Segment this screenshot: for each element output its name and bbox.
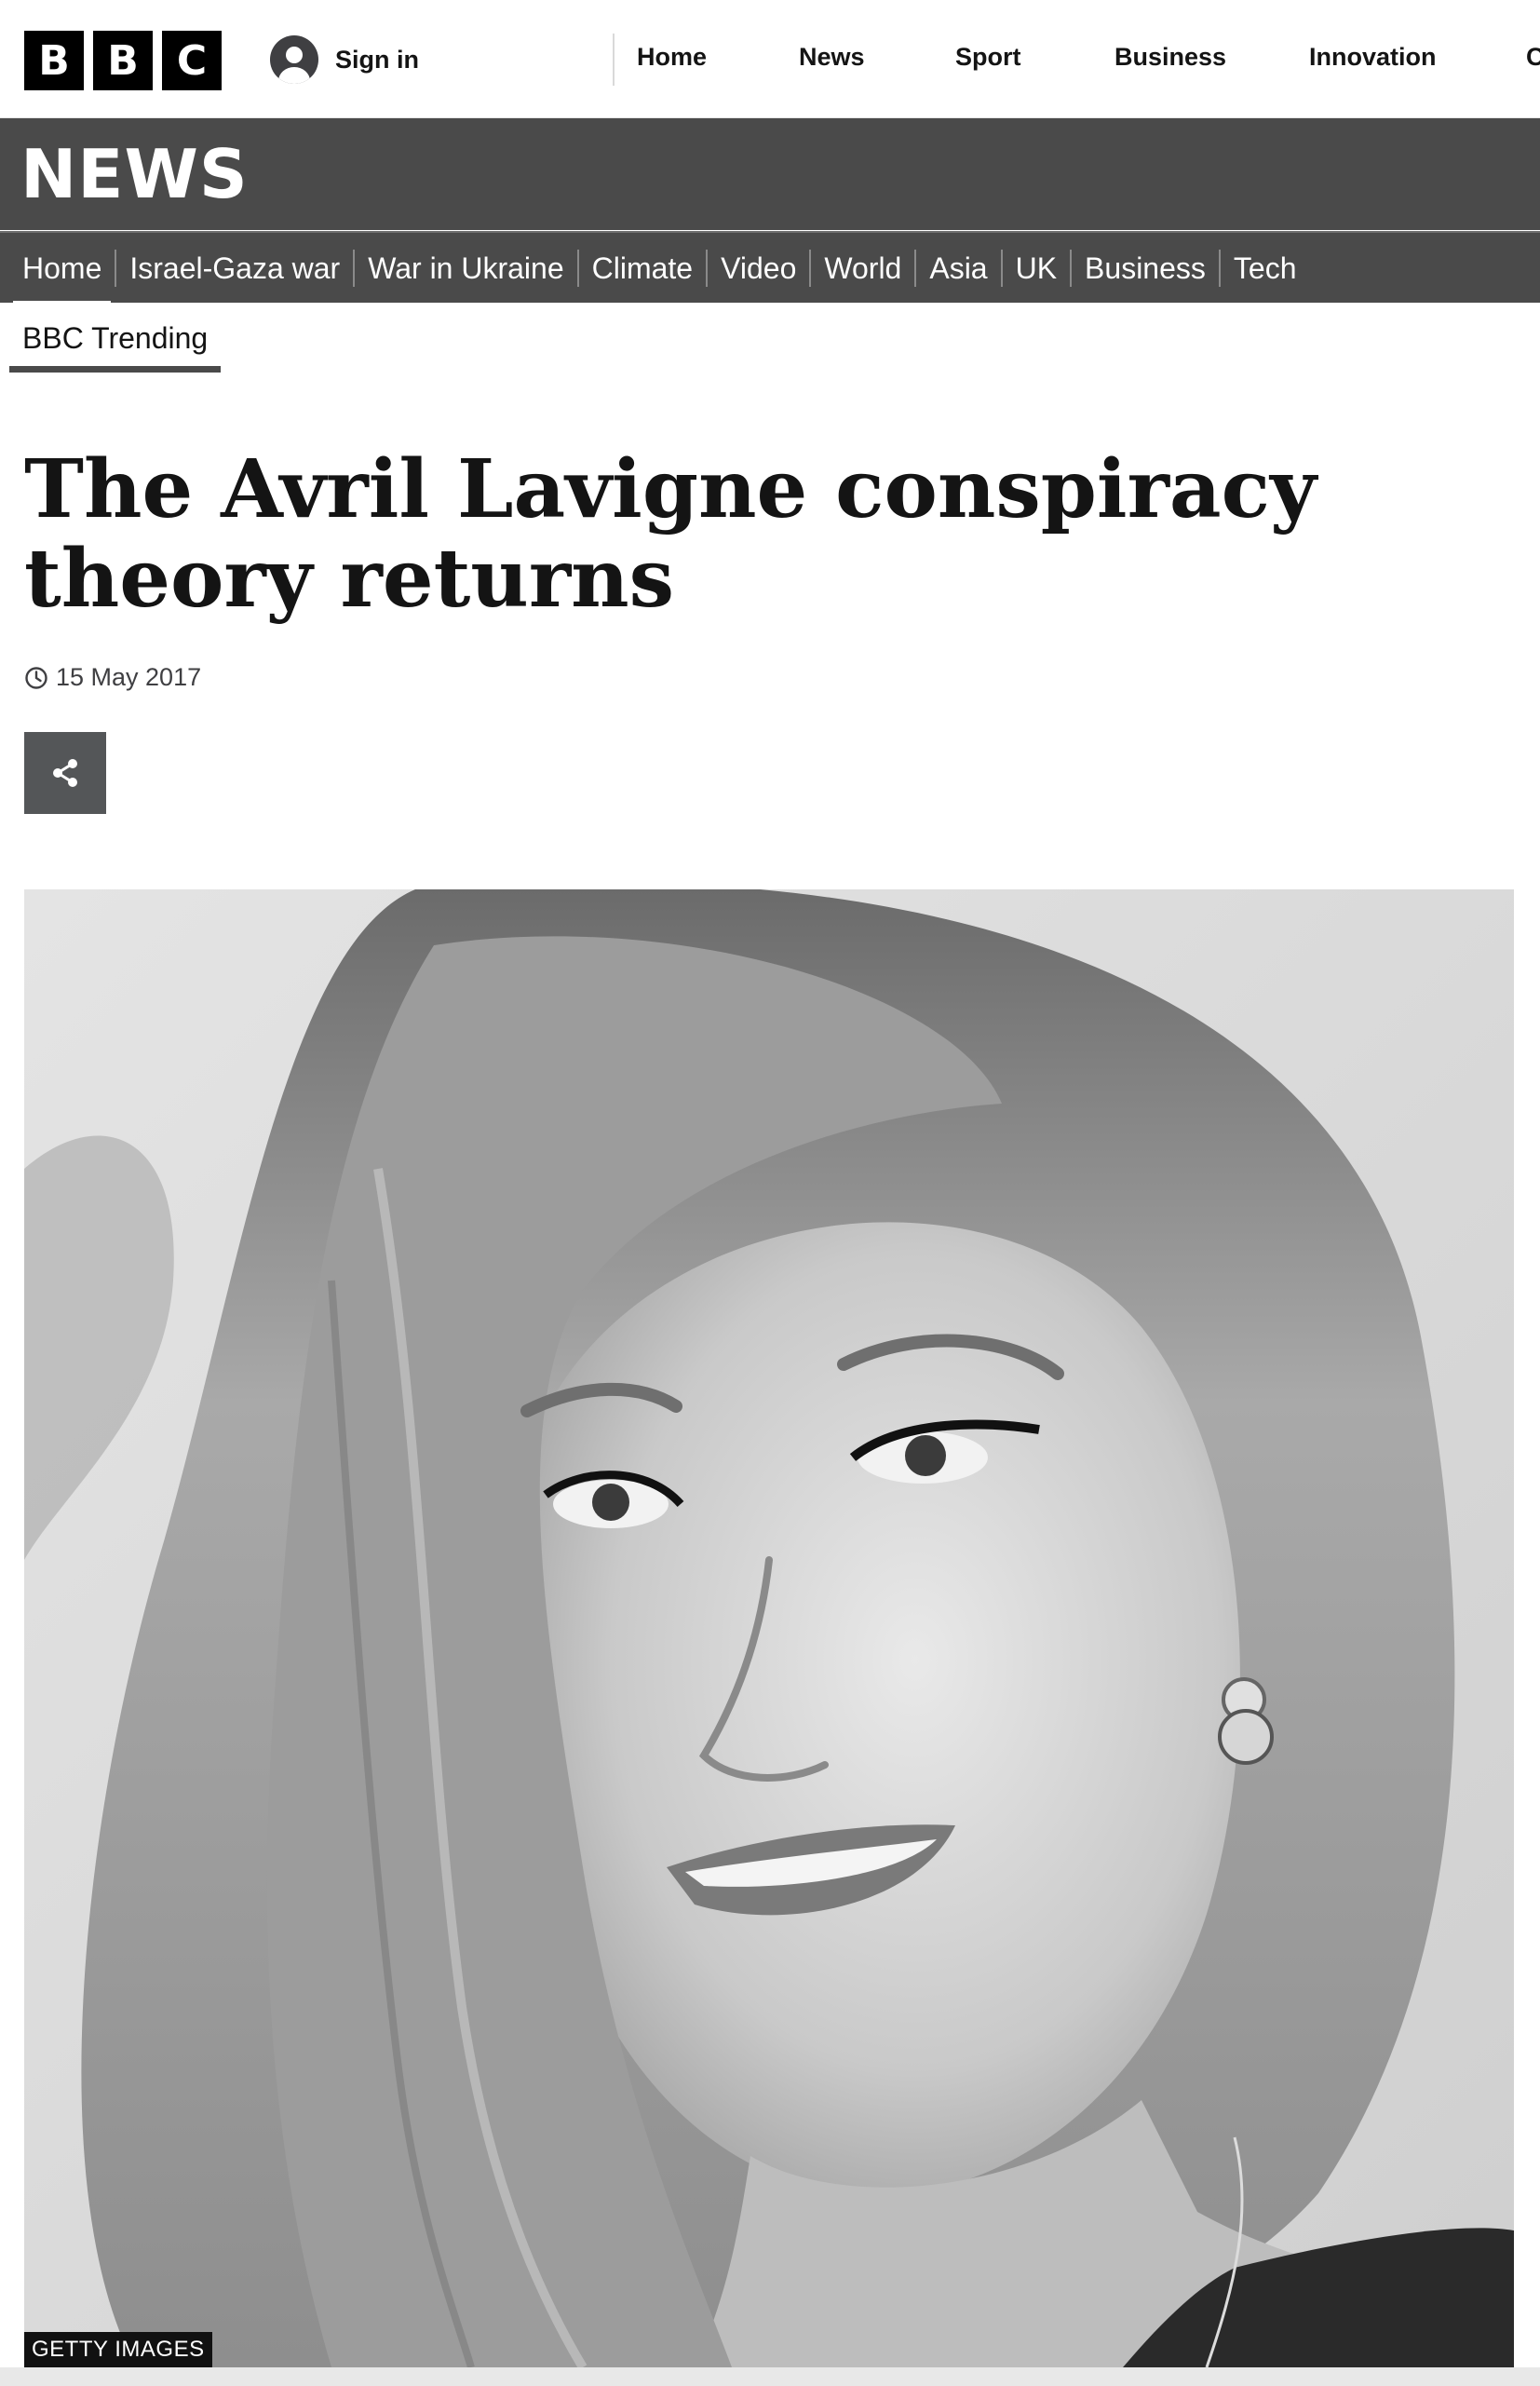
top-nav-business[interactable]: Business [1114,43,1309,72]
section-nav-israel-gaza-war[interactable]: Israel-Gaza war [115,249,353,287]
sub-nav-bbc-trending[interactable]: BBC Trending [9,315,222,373]
top-nav-news[interactable]: News [799,43,955,72]
section-nav-uk[interactable]: UK [1000,249,1070,287]
section-nav-tech[interactable]: Tech [1218,249,1310,287]
user-avatar-icon [270,35,318,84]
global-header: B B C Sign in Home News Sport Business I… [0,0,1540,118]
sign-in-button[interactable]: Sign in [270,35,419,84]
top-nav-sport[interactable]: Sport [955,43,1114,72]
article-date: 15 May 2017 [56,663,202,691]
section-nav-war-in-ukraine[interactable]: War in Ukraine [353,249,576,287]
image-credit-label: GETTY IMAGES [32,2337,205,2362]
bbc-logo-block: B [93,31,153,90]
clock-icon [25,666,47,689]
section-nav-world[interactable]: World [809,249,914,287]
article-dateline: 15 May 2017 [24,663,201,692]
section-nav-asia[interactable]: Asia [914,249,1000,287]
portrait-photo [24,889,1514,2367]
nav-divider [613,34,615,86]
section-nav-home[interactable]: Home [9,250,115,306]
section-nav: Home Israel-Gaza war War in Ukraine Clim… [0,231,1540,306]
section-nav-business[interactable]: Business [1070,249,1219,287]
sign-in-label: Sign in [335,45,419,74]
section-nav-climate[interactable]: Climate [576,249,706,287]
sub-nav-label: BBC Trending [22,321,209,355]
article-hero-image [24,889,1514,2367]
top-nav-innovation[interactable]: Innovation [1309,43,1526,72]
bbc-logo-block: C [162,31,222,90]
article-headline: The Avril Lavigne conspiracy theory retu… [24,442,1317,626]
bbc-logo[interactable]: B B C [24,31,222,90]
section-nav-video[interactable]: Video [706,249,809,287]
top-nav-culture[interactable]: C [1526,43,1540,72]
news-banner: NEWS [0,118,1540,230]
bbc-logo-block: B [24,31,84,90]
share-button[interactable] [24,732,106,814]
page-bottom-edge [0,2367,1540,2386]
news-section-title[interactable]: NEWS [20,135,249,213]
top-nav-home[interactable]: Home [637,43,799,72]
image-credit: GETTY IMAGES [24,2332,212,2367]
top-nav: Home News Sport Business Innovation C [637,43,1540,72]
share-icon [53,759,77,787]
